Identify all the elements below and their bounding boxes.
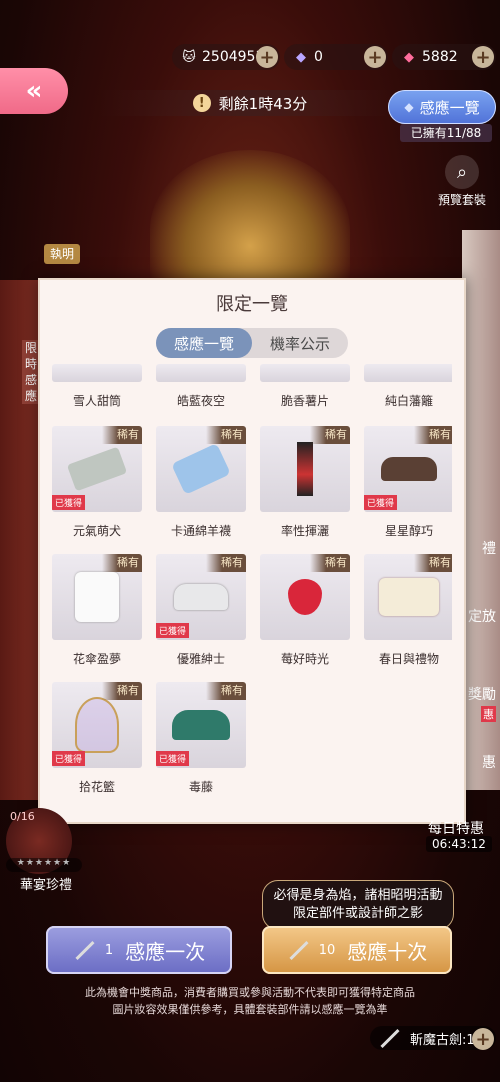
rare-badge: 稀有	[414, 554, 452, 572]
add-pink-diamond-button[interactable]: +	[472, 46, 494, 68]
rare-badge: 稀有	[206, 426, 246, 444]
tab-probability[interactable]: 機率公示	[252, 328, 348, 358]
list-item[interactable]: 稀有 卡通綿羊襪	[156, 426, 246, 539]
sword-icon	[380, 1028, 400, 1048]
cat-coin-icon: 🐱	[182, 49, 196, 65]
add-coin-button[interactable]: +	[256, 46, 278, 68]
add-purple-diamond-button[interactable]: +	[364, 46, 386, 68]
item-image	[288, 579, 322, 615]
sword-icon	[289, 940, 309, 960]
feast-gift-label: 華宴珍禮	[19, 878, 72, 893]
summon-ten-button[interactable]: 10 感應十次	[262, 926, 452, 974]
side-label-3: 獎勵	[468, 687, 496, 703]
side-label-2: 定放	[468, 609, 496, 625]
item-image	[297, 442, 313, 496]
rare-badge: 稀有	[206, 554, 246, 572]
magnifier-icon: ⌕	[445, 155, 479, 189]
summon-list-button[interactable]: ◆ 感應一覽	[388, 90, 496, 124]
sword-icon	[75, 940, 95, 960]
preview-outfit-button[interactable]: ⌕ 預覽套裝	[432, 155, 492, 208]
list-item[interactable]: 稀有 已獲得 拾花籃	[52, 682, 142, 795]
item-image	[66, 446, 128, 492]
obtained-badge: 已獲得	[364, 495, 398, 510]
list-item[interactable]: 稀有 率性揮灑	[260, 426, 350, 539]
diamond-icon: ◆	[404, 100, 414, 114]
purple-diamond-icon: ◆	[296, 49, 306, 65]
rare-badge: 稀有	[102, 682, 142, 700]
daily-deal-label[interactable]: 每日特惠	[416, 818, 496, 838]
item-image	[174, 584, 228, 610]
item-image	[75, 572, 119, 622]
rare-badge: 稀有	[414, 426, 452, 444]
item-grid: 雪人甜筒 皓藍夜空 脆香薯片 純白藩籬 稀有 已獲得 元氣萌犬 稀有 卡通綿羊襪…	[52, 364, 452, 814]
double-chevron-left-icon: «	[25, 76, 43, 106]
obtained-badge: 已獲得	[156, 751, 190, 766]
list-item[interactable]: 稀有 莓好時光	[260, 554, 350, 667]
list-item[interactable]: 純白藩籬	[364, 364, 452, 409]
back-button[interactable]: «	[0, 68, 68, 114]
list-item[interactable]: 稀有 已獲得 星星醇巧	[364, 426, 452, 539]
summon-once-button[interactable]: 1 感應一次	[46, 926, 232, 974]
remaining-time-bar: ! 剩餘1時43分	[100, 90, 400, 116]
list-item[interactable]: 雪人甜筒	[52, 364, 142, 409]
side-label-1: 禮	[482, 541, 496, 557]
owned-count: 已擁有11/88	[400, 124, 492, 142]
list-item[interactable]: 稀有 已獲得 毒藤	[156, 682, 246, 795]
item-image	[75, 697, 119, 753]
modal-tabs: 感應一覽 機率公示	[156, 328, 348, 358]
item-image	[171, 443, 231, 495]
item-image	[381, 457, 437, 481]
guarantee-tooltip: 必得是身為焰，諸相昭明活動限定部件或設計師之影	[262, 880, 454, 930]
star-rating: ★★★★★★	[6, 858, 82, 872]
rare-badge: 稀有	[206, 682, 246, 700]
obtained-badge: 已獲得	[156, 623, 190, 638]
item-image	[172, 710, 230, 740]
modal-title: 限定一覽	[216, 294, 288, 315]
rare-badge: 稀有	[102, 426, 142, 444]
obtained-badge: 已獲得	[52, 751, 86, 766]
purple-diamond-counter: ◆ 0 +	[284, 44, 388, 70]
disclaimer: 此為機會中獎商品，消費者購買或參與活動不代表即可獲得特定商品 圖片妝容效果僅供參…	[85, 986, 415, 1016]
limited-list-modal: 限定一覽 感應一覽 機率公示 雪人甜筒 皓藍夜空 脆香薯片 純白藩籬 稀有 已獲…	[38, 278, 466, 824]
exclamation-icon: !	[192, 94, 211, 112]
pink-diamond-icon: ◆	[404, 49, 414, 65]
tab-summon-list[interactable]: 感應一覽	[156, 328, 252, 358]
side-label-5: 惠	[482, 755, 496, 771]
list-item[interactable]: 皓藍夜空	[156, 364, 246, 409]
zhiming-tag: 執明	[44, 244, 80, 264]
side-label-4: 惠	[481, 706, 496, 722]
obtained-badge: 已獲得	[52, 495, 86, 510]
list-item[interactable]: 稀有 已獲得 優雅紳士	[156, 554, 246, 667]
sword-item-counter: 斬魔古劍:11 +	[370, 1026, 496, 1050]
rare-badge: 稀有	[310, 426, 350, 444]
pink-diamond-counter: ◆ 5882 +	[392, 44, 496, 70]
list-item[interactable]: 稀有 已獲得 元氣萌犬	[52, 426, 142, 539]
rare-badge: 稀有	[310, 554, 350, 572]
coin-counter: 🐱 25049533 +	[172, 44, 280, 70]
item-image	[379, 578, 439, 616]
list-item[interactable]: 脆香薯片	[260, 364, 350, 409]
add-sword-button[interactable]: +	[472, 1028, 494, 1050]
rare-badge: 稀有	[102, 554, 142, 572]
list-item[interactable]: 稀有 花傘盈夢	[52, 554, 142, 667]
list-item[interactable]: 稀有 春日與禮物	[364, 554, 452, 667]
daily-deal-timer: 06:43:12	[426, 836, 492, 852]
